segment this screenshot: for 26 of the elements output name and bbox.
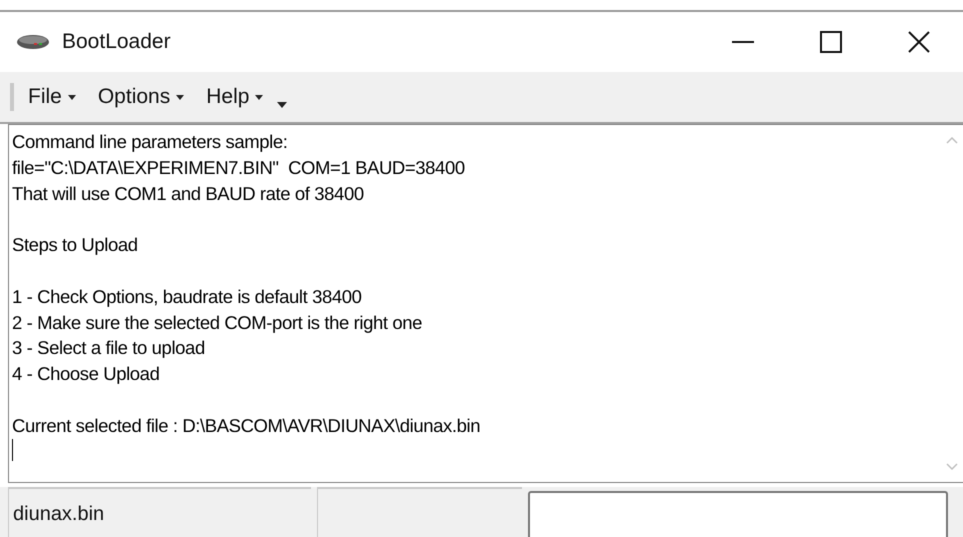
close-icon xyxy=(908,31,930,53)
minimize-icon xyxy=(732,41,754,43)
app-icon xyxy=(16,34,50,50)
caret-icon xyxy=(255,94,264,100)
text-line: 4 - Choose Upload xyxy=(12,362,160,386)
menu-item[interactable]: Options xyxy=(90,81,192,113)
caret-icon xyxy=(68,94,76,100)
toolbar-overflow-icon[interactable] xyxy=(277,102,288,108)
status-file-name: diunax.bin xyxy=(8,487,311,537)
caret-icon xyxy=(176,94,184,100)
text-line: 1 - Check Options, baudrate is default 38400 xyxy=(12,284,363,309)
scroll-up-icon[interactable] xyxy=(946,137,958,144)
text-cursor xyxy=(12,438,13,461)
text-line: That will use COM1 and BAUD rate of 38400 xyxy=(12,182,365,206)
text-line: 2 - Make sure the selected COM-port is the right one xyxy=(12,310,424,335)
text-line: 3 - Select a file to upload xyxy=(12,336,206,360)
grip-icon[interactable] xyxy=(10,83,14,111)
menu-item[interactable]: File xyxy=(20,81,84,113)
text-line: file="C:\DATA\EXPERIMEN7.BIN" COM=1 BAUD=38400 xyxy=(12,156,466,180)
text-line: Steps to Upload xyxy=(12,233,139,258)
menu-item[interactable]: Help xyxy=(198,81,272,113)
maximize-icon xyxy=(820,31,842,53)
scroll-down-icon[interactable] xyxy=(946,463,958,470)
text-line: Current selected file : D:\BASCOM\AVR\DIUNAX\diunax.bin xyxy=(12,414,482,438)
text-line: Command line parameters sample: xyxy=(12,130,288,154)
window-title: BootLoader xyxy=(62,30,172,54)
